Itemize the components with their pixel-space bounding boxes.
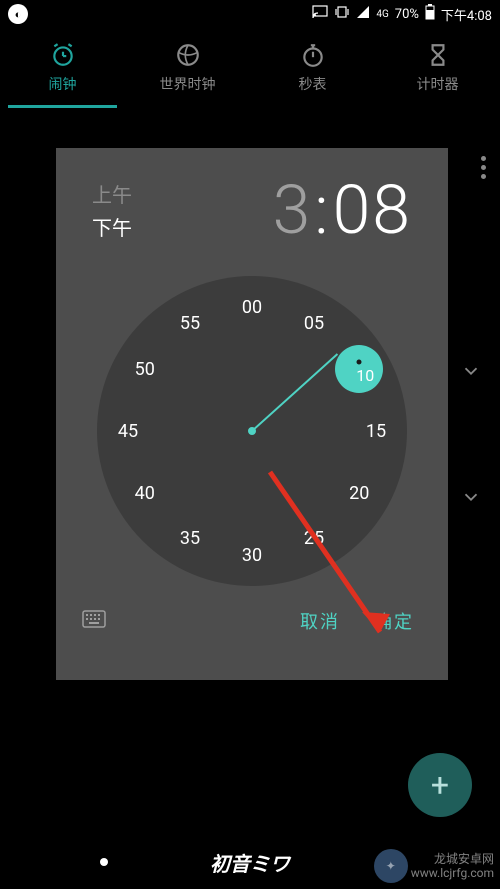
globe-icon <box>175 42 201 68</box>
clock-num-25[interactable]: 25 <box>297 521 331 555</box>
clock-num-55[interactable]: 55 <box>173 307 207 341</box>
selected-dot <box>357 359 362 364</box>
clock-num-50[interactable]: 50 <box>128 352 162 386</box>
chevron-down-icon[interactable] <box>460 486 482 512</box>
tab-bar: 闹钟 世界时钟 秒表 计时器 <box>0 28 500 108</box>
time-display: 3 : 08 <box>273 170 412 250</box>
time-picker-dialog: 上午 下午 3 : 08 00 05 10 15 20 25 30 35 40 … <box>56 148 448 680</box>
nav-center-label: 初音ミワ <box>210 848 290 877</box>
am-option[interactable]: 上午 <box>92 179 132 208</box>
stopwatch-icon <box>300 42 326 68</box>
clock-selected-minute[interactable]: 10 <box>335 345 383 393</box>
status-bar: ◐ 4G 70% 下午4:08 <box>0 0 500 28</box>
signal-icon <box>356 5 370 23</box>
plus-icon: + <box>431 766 449 804</box>
clock-num-35[interactable]: 35 <box>173 521 207 555</box>
add-alarm-fab[interactable]: + <box>408 753 472 817</box>
battery-percent: 70% <box>395 7 419 22</box>
tab-alarm[interactable]: 闹钟 <box>0 28 125 108</box>
tab-timer[interactable]: 计时器 <box>375 28 500 108</box>
tab-label: 秒表 <box>299 74 327 94</box>
network-label: 4G <box>376 9 388 20</box>
battery-icon <box>425 4 435 24</box>
app-avatar-icon: ◐ <box>8 4 28 24</box>
clock-num-00[interactable]: 00 <box>235 290 269 324</box>
clock-num-15[interactable]: 15 <box>359 414 393 448</box>
tab-label: 世界时钟 <box>160 74 216 94</box>
chevron-down-icon[interactable] <box>460 360 482 386</box>
pm-option[interactable]: 下午 <box>92 212 132 241</box>
hourglass-icon <box>425 42 451 68</box>
clock-hand <box>251 353 338 431</box>
alarm-icon <box>50 42 76 68</box>
clock-num-45[interactable]: 45 <box>111 414 145 448</box>
tab-label: 闹钟 <box>49 74 77 94</box>
tab-label: 计时器 <box>417 74 459 94</box>
clock-num-30[interactable]: 30 <box>235 538 269 572</box>
cast-icon <box>312 5 328 23</box>
overflow-menu-icon[interactable] <box>481 156 486 179</box>
vibrate-icon <box>334 5 350 23</box>
confirm-button[interactable]: 确定 <box>374 608 414 634</box>
minute-value[interactable]: 08 <box>333 170 412 250</box>
watermark: ✦ 龙城安卓网 www.lcjrfg.com <box>368 849 494 883</box>
watermark-logo-icon: ✦ <box>374 849 408 883</box>
clock-face[interactable]: 00 05 10 15 20 25 30 35 40 45 50 55 <box>97 276 407 586</box>
nav-dot-icon[interactable] <box>100 858 108 866</box>
status-time: 下午4:08 <box>441 5 492 24</box>
tab-stopwatch[interactable]: 秒表 <box>250 28 375 108</box>
tab-world-clock[interactable]: 世界时钟 <box>125 28 250 108</box>
hour-value[interactable]: 3 <box>273 170 313 250</box>
clock-num-40[interactable]: 40 <box>128 476 162 510</box>
cancel-button[interactable]: 取消 <box>300 608 340 634</box>
clock-num-20[interactable]: 20 <box>342 476 376 510</box>
clock-num-05[interactable]: 05 <box>297 307 331 341</box>
keyboard-input-icon[interactable] <box>82 609 106 633</box>
clock-center-dot <box>248 427 256 435</box>
ampm-selector[interactable]: 上午 下午 <box>92 179 132 241</box>
